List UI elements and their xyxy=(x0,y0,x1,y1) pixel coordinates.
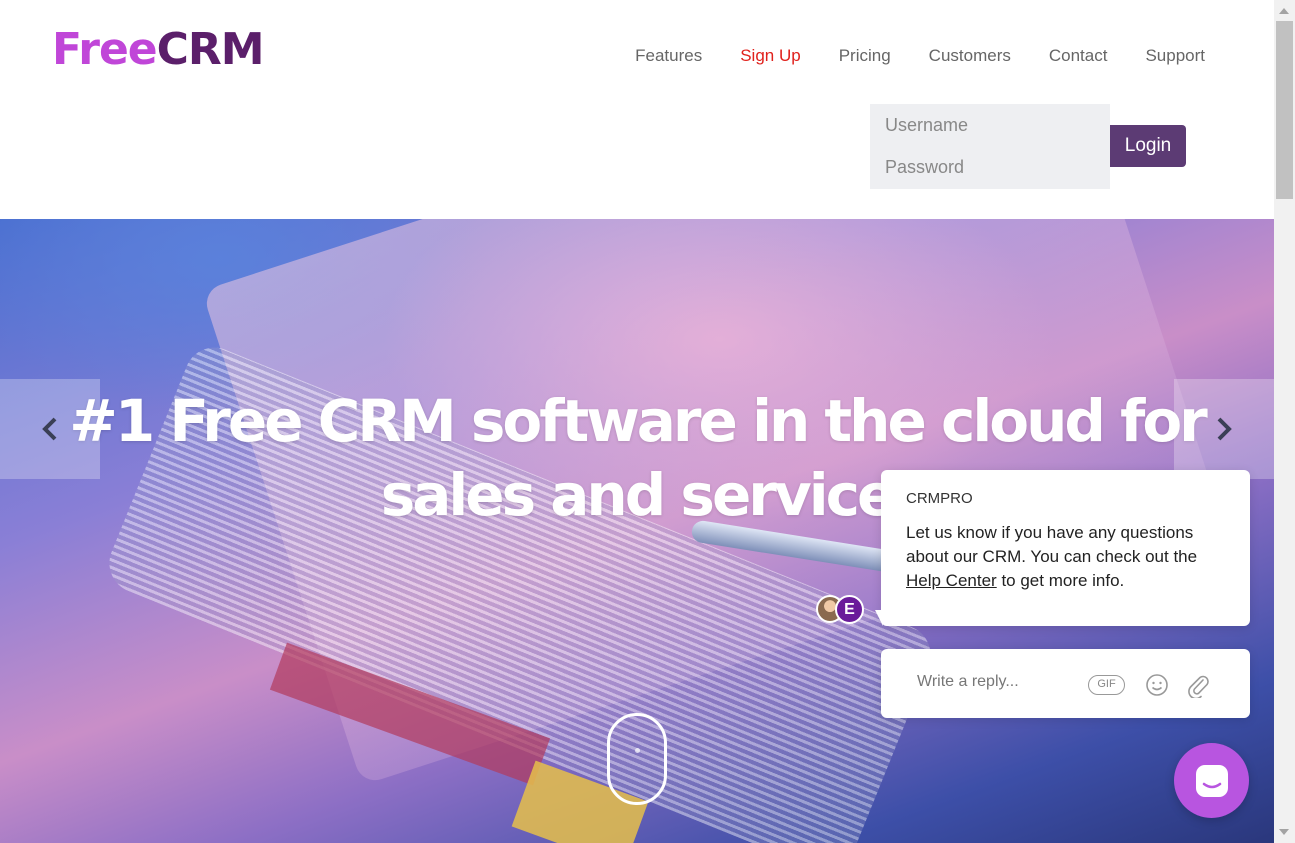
scroll-down-arrow-icon[interactable] xyxy=(1279,829,1289,835)
chat-reply-input[interactable]: Write a reply... xyxy=(917,673,1019,691)
agent-avatar-initial: E xyxy=(835,595,864,624)
username-input[interactable] xyxy=(870,104,1110,146)
carousel-prev-button[interactable] xyxy=(0,379,100,479)
scroll-mouse-dot xyxy=(635,748,640,753)
login-button[interactable]: Login xyxy=(1110,125,1186,167)
site-header: FreeCRM Features Sign Up Pricing Custome… xyxy=(0,0,1274,219)
chevron-left-icon xyxy=(42,417,57,441)
emoji-icon[interactable] xyxy=(1145,673,1169,697)
chat-launcher-button[interactable] xyxy=(1174,743,1249,818)
chat-bubble-tail xyxy=(875,610,883,626)
main-nav: Features Sign Up Pricing Customers Conta… xyxy=(616,46,1224,66)
attachment-icon[interactable] xyxy=(1186,672,1210,698)
carousel-next-button[interactable] xyxy=(1174,379,1274,479)
nav-pricing[interactable]: Pricing xyxy=(820,46,910,66)
chat-message-after: to get more info. xyxy=(996,571,1125,590)
chat-message-text: Let us know if you have any questions ab… xyxy=(906,521,1225,593)
page: FreeCRM Features Sign Up Pricing Custome… xyxy=(0,0,1274,843)
scroll-down-mouse-icon[interactable] xyxy=(607,713,667,805)
chat-sender-name: CRMPRO xyxy=(906,490,973,507)
password-input[interactable] xyxy=(870,146,1110,188)
logo-crm-text: CRM xyxy=(156,24,265,75)
chat-message-bubble: CRMPRO Let us know if you have any quest… xyxy=(881,470,1250,626)
scrollbar-thumb[interactable] xyxy=(1276,21,1293,199)
chat-message-before: Let us know if you have any questions ab… xyxy=(906,523,1198,566)
login-form xyxy=(870,104,1110,189)
scroll-up-arrow-icon[interactable] xyxy=(1279,8,1289,14)
logo-free-text: Free xyxy=(52,24,158,75)
freecrm-logo[interactable]: FreeCRM xyxy=(52,24,265,76)
nav-sign-up[interactable]: Sign Up xyxy=(721,46,819,66)
gif-icon[interactable]: GIF xyxy=(1088,675,1125,695)
nav-support[interactable]: Support xyxy=(1126,46,1224,66)
chat-avatars: E xyxy=(816,595,866,625)
messenger-icon xyxy=(1195,764,1228,797)
nav-features[interactable]: Features xyxy=(616,46,721,66)
nav-contact[interactable]: Contact xyxy=(1030,46,1127,66)
chevron-right-icon xyxy=(1217,417,1232,441)
nav-customers[interactable]: Customers xyxy=(910,46,1030,66)
chat-reply-box[interactable]: Write a reply... GIF xyxy=(881,649,1250,718)
help-center-link[interactable]: Help Center xyxy=(906,571,997,590)
vertical-scrollbar[interactable] xyxy=(1274,0,1295,843)
